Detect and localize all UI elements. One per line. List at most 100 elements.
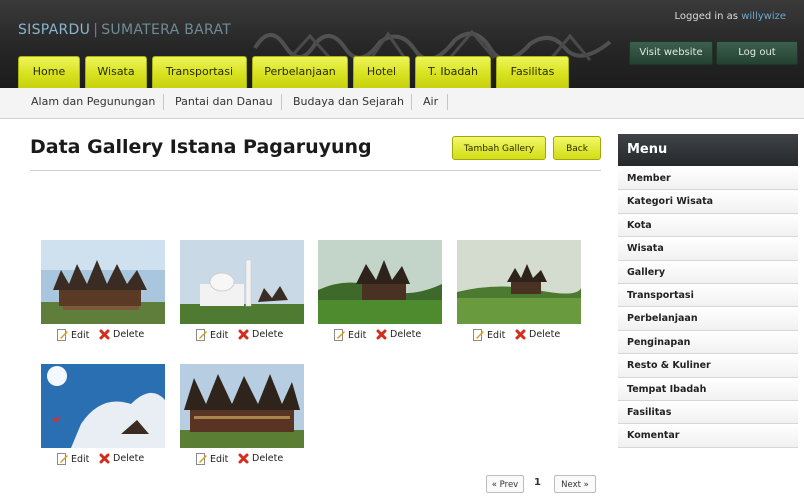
delete-icon bbox=[238, 329, 249, 340]
edit-link[interactable]: Edit bbox=[334, 329, 366, 341]
pagination-next-button[interactable]: Next » bbox=[554, 475, 596, 493]
edit-link[interactable]: Edit bbox=[473, 329, 505, 341]
item-actions: Edit Delete bbox=[180, 453, 304, 467]
back-button[interactable]: Back bbox=[553, 136, 601, 160]
subnav-budaya-sejarah[interactable]: Budaya dan Sejarah bbox=[293, 95, 404, 108]
sub-navigation: Alam dan Pegunungan Pantai dan Danau Bud… bbox=[0, 88, 804, 119]
sidebar-item-gallery[interactable]: Gallery bbox=[618, 260, 798, 284]
gallery-thumbnail[interactable] bbox=[180, 240, 304, 324]
subnav-air[interactable]: Air bbox=[423, 95, 438, 108]
tab-fasilitas[interactable]: Fasilitas bbox=[496, 56, 569, 88]
delete-link[interactable]: Delete bbox=[376, 329, 421, 340]
tab-wisata[interactable]: Wisata bbox=[85, 56, 147, 88]
logout-button[interactable]: Log out bbox=[716, 41, 798, 65]
tab-transportasi[interactable]: Transportasi bbox=[152, 56, 247, 88]
edit-link[interactable]: Edit bbox=[196, 329, 228, 341]
visit-website-button[interactable]: Visit website bbox=[629, 41, 713, 65]
edit-icon bbox=[473, 329, 484, 341]
gallery-thumbnail[interactable] bbox=[457, 240, 581, 324]
edit-label: Edit bbox=[71, 453, 90, 465]
tab-t-ibadah[interactable]: T. Ibadah bbox=[415, 56, 491, 88]
delete-label: Delete bbox=[252, 329, 284, 340]
tab-home[interactable]: Home bbox=[18, 56, 80, 88]
sidebar-menu-title: Menu bbox=[618, 134, 798, 166]
edit-label: Edit bbox=[210, 453, 229, 465]
edit-label: Edit bbox=[210, 329, 229, 341]
sidebar-item-tempat-ibadah[interactable]: Tempat Ibadah bbox=[618, 377, 798, 401]
edit-icon bbox=[57, 453, 68, 465]
delete-icon bbox=[376, 329, 387, 340]
delete-label: Delete bbox=[390, 329, 422, 340]
subnav-alam-pegunungan[interactable]: Alam dan Pegunungan bbox=[31, 95, 155, 108]
delete-icon bbox=[99, 453, 110, 464]
item-actions: Edit Delete bbox=[318, 329, 442, 343]
item-actions: Edit Delete bbox=[41, 329, 165, 343]
edit-link[interactable]: Edit bbox=[57, 329, 89, 341]
sidebar-item-fasilitas[interactable]: Fasilitas bbox=[618, 400, 798, 425]
sidebar-item-kota[interactable]: Kota bbox=[618, 213, 798, 238]
delete-link[interactable]: Delete bbox=[238, 453, 283, 464]
subnav-divider bbox=[447, 94, 448, 110]
sidebar-item-transportasi[interactable]: Transportasi bbox=[618, 283, 798, 308]
edit-icon bbox=[196, 453, 207, 465]
edit-icon bbox=[334, 329, 345, 341]
gallery-thumbnail[interactable] bbox=[41, 364, 165, 448]
item-actions: Edit Delete bbox=[180, 329, 304, 343]
delete-icon bbox=[99, 329, 110, 340]
sidebar-item-member[interactable]: Member bbox=[618, 167, 798, 191]
subnav-divider bbox=[411, 94, 412, 110]
gallery-thumbnail[interactable] bbox=[318, 240, 442, 324]
sidebar-item-wisata[interactable]: Wisata bbox=[618, 237, 798, 261]
edit-label: Edit bbox=[348, 329, 367, 341]
gallery-item: Edit Delete bbox=[180, 240, 304, 341]
sidebar-item-resto-kuliner[interactable]: Resto & Kuliner bbox=[618, 354, 798, 378]
edit-label: Edit bbox=[487, 329, 506, 341]
gallery-thumbnail[interactable] bbox=[180, 364, 304, 448]
item-actions: Edit Delete bbox=[457, 329, 581, 343]
gallery-item: Edit Delete bbox=[180, 364, 304, 465]
title-divider bbox=[30, 170, 601, 171]
gallery-item: Edit Delete bbox=[457, 240, 581, 341]
logged-in-label: Logged in as bbox=[674, 11, 739, 22]
delete-link[interactable]: Delete bbox=[99, 329, 144, 340]
gallery-item: Edit Delete bbox=[41, 240, 165, 341]
delete-icon bbox=[515, 329, 526, 340]
site-header: SISPARDU | SUMATERA BARAT Logged in as wil… bbox=[0, 0, 804, 88]
gallery-thumbnail[interactable] bbox=[41, 240, 165, 324]
delete-link[interactable]: Delete bbox=[515, 329, 560, 340]
brand-secondary: SUMATERA BARAT bbox=[101, 22, 232, 38]
delete-label: Delete bbox=[252, 453, 284, 464]
sidebar-item-penginapan[interactable]: Penginapan bbox=[618, 330, 798, 355]
subnav-divider bbox=[281, 94, 282, 110]
edit-link[interactable]: Edit bbox=[57, 453, 89, 465]
sidebar-item-kategori-wisata[interactable]: Kategori Wisata bbox=[618, 190, 798, 214]
pagination-prev-button[interactable]: « Prev bbox=[486, 475, 524, 493]
sidebar-item-komentar[interactable]: Komentar bbox=[618, 424, 798, 448]
site-brand[interactable]: SISPARDU | SUMATERA BARAT bbox=[18, 22, 231, 38]
sidebar-item-perbelanjaan[interactable]: Perbelanjaan bbox=[618, 307, 798, 331]
delete-label: Delete bbox=[113, 329, 145, 340]
gallery-item: Edit Delete bbox=[318, 240, 442, 341]
sidebar-menu: Member Kategori Wisata Kota Wisata Galle… bbox=[618, 167, 798, 448]
item-actions: Edit Delete bbox=[41, 453, 165, 467]
edit-label: Edit bbox=[71, 329, 90, 341]
pagination-current-page: 1 bbox=[534, 477, 541, 488]
add-gallery-button[interactable]: Tambah Gallery bbox=[452, 136, 546, 160]
edit-link[interactable]: Edit bbox=[196, 453, 228, 465]
username-link[interactable]: willywize bbox=[741, 11, 786, 22]
brand-primary: SISPARDU bbox=[18, 22, 91, 38]
delete-icon bbox=[238, 453, 249, 464]
delete-label: Delete bbox=[113, 453, 145, 464]
brand-separator: | bbox=[93, 22, 99, 38]
subnav-divider bbox=[163, 94, 164, 110]
tab-perbelanjaan[interactable]: Perbelanjaan bbox=[252, 56, 348, 88]
delete-link[interactable]: Delete bbox=[238, 329, 283, 340]
logged-in-status: Logged in as willywize bbox=[674, 11, 786, 22]
page-title: Data Gallery Istana Pagaruyung bbox=[30, 136, 372, 158]
tab-hotel[interactable]: Hotel bbox=[353, 56, 410, 88]
edit-icon bbox=[57, 329, 68, 341]
subnav-pantai-danau[interactable]: Pantai dan Danau bbox=[175, 95, 273, 108]
gallery-item: Edit Delete bbox=[41, 364, 165, 465]
delete-link[interactable]: Delete bbox=[99, 453, 144, 464]
edit-icon bbox=[196, 329, 207, 341]
